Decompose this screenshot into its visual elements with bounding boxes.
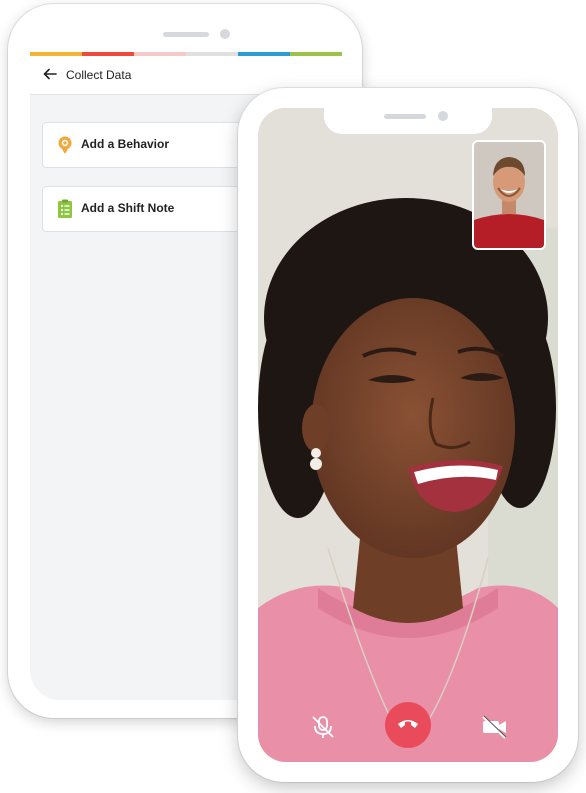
video-call-screen — [258, 108, 558, 762]
phone-notch — [324, 108, 492, 134]
add-shift-note-label: Add a Shift Note — [81, 201, 175, 215]
arrow-left-icon[interactable] — [42, 66, 58, 82]
front-phone — [238, 88, 578, 782]
call-controls — [258, 692, 558, 762]
self-view-video[interactable] — [472, 140, 546, 250]
behavior-icon — [58, 136, 72, 154]
mic-off-icon[interactable] — [310, 714, 336, 740]
video-off-icon[interactable] — [480, 714, 508, 740]
page-title: Collect Data — [66, 68, 132, 82]
add-behavior-label: Add a Behavior — [81, 137, 170, 151]
self-view-illustration — [474, 142, 544, 248]
phone-camera — [220, 29, 230, 39]
clipboard-list-icon — [58, 199, 72, 218]
end-call-button[interactable] — [385, 702, 431, 748]
phone-hangup-icon — [398, 720, 418, 728]
phone-camera — [438, 111, 448, 121]
phone-speaker — [384, 114, 426, 119]
phone-speaker — [163, 32, 209, 37]
